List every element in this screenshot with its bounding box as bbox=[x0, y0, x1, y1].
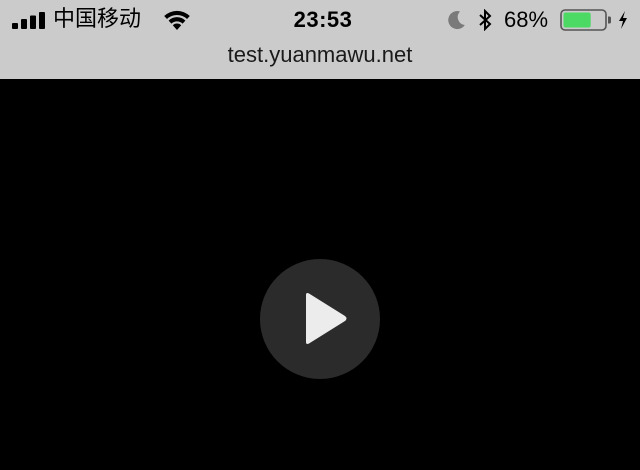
status-bar: 中国移动 23:53 68% bbox=[0, 0, 640, 40]
charging-icon bbox=[619, 11, 627, 29]
phone-screen: 中国移动 23:53 68% test.yuanmawu.net bbox=[0, 0, 640, 470]
battery-icon bbox=[560, 9, 611, 31]
moon-icon bbox=[448, 11, 465, 30]
play-button[interactable] bbox=[260, 259, 380, 379]
battery-percentage: 68% bbox=[504, 7, 549, 32]
play-icon bbox=[306, 293, 347, 344]
browser-top-bar: 中国移动 23:53 68% test.yuanmawu.net bbox=[0, 0, 640, 79]
url-bar[interactable]: test.yuanmawu.net bbox=[0, 42, 640, 68]
video-player[interactable] bbox=[0, 79, 640, 470]
bluetooth-icon bbox=[479, 9, 492, 31]
